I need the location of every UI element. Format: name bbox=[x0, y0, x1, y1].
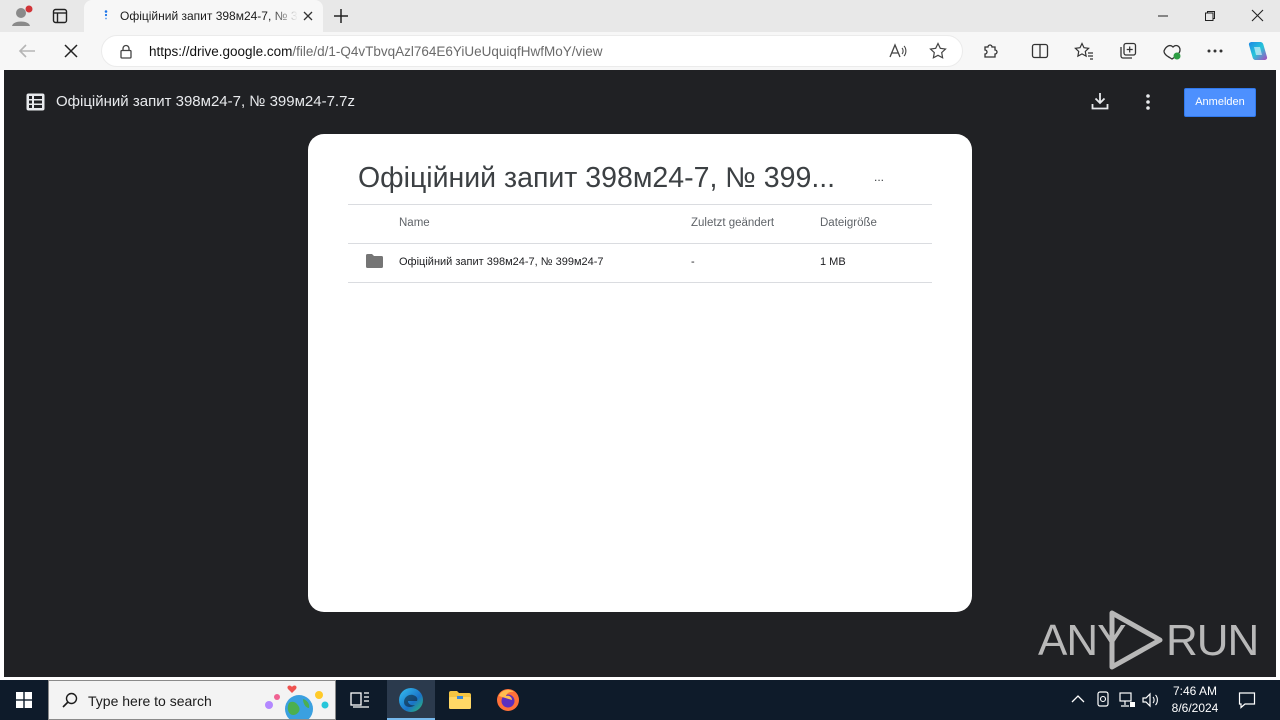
browser-essentials-icon[interactable] bbox=[1162, 41, 1182, 61]
archive-title: Офіційний запит 398м24-7, № 399... bbox=[358, 162, 836, 194]
split-screen-icon[interactable] bbox=[1031, 42, 1049, 60]
new-tab-icon[interactable] bbox=[333, 8, 349, 24]
archive-more-button[interactable]: ... bbox=[874, 170, 884, 184]
browser-toolbar: https://drive.google.com/file/d/1-Q4vTbv… bbox=[0, 32, 1280, 70]
search-icon bbox=[62, 692, 78, 708]
search-highlight-globe-icon bbox=[261, 683, 331, 719]
search-placeholder: Type here to search bbox=[88, 693, 212, 709]
settings-more-icon[interactable] bbox=[1207, 49, 1223, 53]
address-bar[interactable]: https://drive.google.com/file/d/1-Q4vTbv… bbox=[101, 35, 963, 67]
watermark-text-right: RUN bbox=[1166, 616, 1259, 665]
clock-date: 8/6/2024 bbox=[1171, 701, 1219, 715]
row-modified: - bbox=[691, 256, 695, 268]
read-aloud-icon[interactable] bbox=[889, 43, 907, 59]
divider bbox=[348, 243, 932, 244]
download-icon[interactable] bbox=[1091, 92, 1109, 110]
archive-preview-card: Офіційний запит 398м24-7, № 399... ... N… bbox=[308, 134, 972, 612]
tab-actions-icon[interactable] bbox=[52, 8, 68, 24]
close-tab-icon[interactable] bbox=[302, 10, 314, 22]
notifications-icon[interactable] bbox=[1238, 691, 1256, 709]
back-icon[interactable] bbox=[18, 43, 36, 59]
taskbar: Type here to search 7:46 AM 8/6/2024 bbox=[0, 680, 1280, 720]
drive-viewer: Офіційний запит 398м24-7, № 399м24-7.7z … bbox=[4, 70, 1276, 677]
play-logo-icon bbox=[1106, 610, 1164, 670]
taskbar-search-box[interactable]: Type here to search bbox=[48, 680, 336, 720]
firefox-icon[interactable] bbox=[496, 688, 520, 712]
taskbar-edge-button[interactable] bbox=[387, 680, 435, 720]
volume-icon[interactable] bbox=[1142, 691, 1160, 709]
restore-icon[interactable] bbox=[1204, 10, 1216, 22]
row-name[interactable]: Офіційний запит 398м24-7, № 399м24-7 bbox=[399, 256, 604, 268]
divider bbox=[348, 282, 932, 283]
favorites-icon[interactable] bbox=[1074, 42, 1094, 60]
network-icon[interactable] bbox=[1118, 691, 1136, 709]
divider bbox=[348, 204, 932, 205]
file-title: Офіційний запит 398м24-7, № 399м24-7.7z bbox=[56, 93, 355, 110]
tab-strip: Офіційний запит 398м24-7, № 399м24-7.7z bbox=[0, 0, 1280, 32]
anyrun-watermark: ANY RUN bbox=[1036, 606, 1259, 676]
meet-now-icon[interactable] bbox=[1095, 691, 1111, 709]
copilot-icon[interactable] bbox=[1245, 39, 1269, 63]
edge-icon bbox=[398, 687, 424, 713]
lock-icon[interactable] bbox=[119, 44, 133, 59]
file-explorer-icon[interactable] bbox=[448, 689, 472, 711]
column-header-name[interactable]: Name bbox=[399, 217, 430, 229]
favorite-star-icon[interactable] bbox=[929, 42, 947, 60]
stop-loading-icon[interactable] bbox=[64, 44, 78, 58]
system-clock[interactable]: 7:46 AM 8/6/2024 bbox=[1164, 683, 1226, 717]
windows-start-icon[interactable] bbox=[16, 692, 32, 708]
collections-icon[interactable] bbox=[1119, 42, 1137, 60]
folder-icon bbox=[366, 254, 383, 268]
signin-button[interactable]: Anmelden bbox=[1184, 88, 1256, 117]
column-header-modified[interactable]: Zuletzt geändert bbox=[691, 217, 774, 229]
archive-file-icon bbox=[26, 93, 45, 111]
task-view-icon[interactable] bbox=[350, 691, 370, 709]
clock-time: 7:46 AM bbox=[1172, 684, 1218, 698]
extensions-icon[interactable] bbox=[982, 42, 1000, 60]
more-options-icon[interactable] bbox=[1146, 94, 1150, 110]
column-header-size[interactable]: Dateigröße bbox=[820, 217, 877, 229]
close-window-icon[interactable] bbox=[1251, 9, 1264, 22]
profile-avatar-icon[interactable] bbox=[10, 5, 34, 27]
tab-active[interactable]: Офіційний запит 398м24-7, № 399м24-7.7z bbox=[84, 0, 323, 32]
minimize-icon[interactable] bbox=[1157, 10, 1169, 22]
url-text: https://drive.google.com/file/d/1-Q4vTbv… bbox=[149, 44, 603, 59]
show-hidden-icons-icon[interactable] bbox=[1071, 694, 1085, 704]
loading-icon bbox=[100, 10, 112, 22]
row-size: 1 MB bbox=[820, 256, 846, 268]
